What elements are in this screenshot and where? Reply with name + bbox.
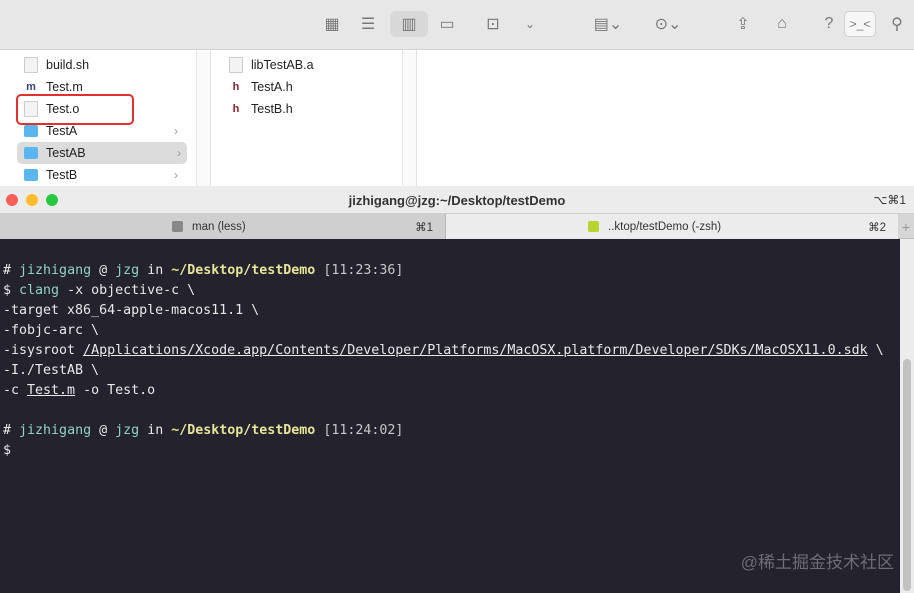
document-icon [229,57,243,73]
window-title: jizhigang@jzg:~/Desktop/testDemo [348,193,566,208]
tab-label: man (less) [192,220,246,233]
command-line: -isysroot /Applications/Xcode.app/Conten… [3,343,884,358]
file-item-libtestab-a[interactable]: libTestAB.a [229,54,314,76]
search-icon: ⚲ [891,16,903,33]
terminal-button[interactable]: >_< [844,11,876,37]
gallery-view-button[interactable]: ▭ [434,11,460,37]
new-tab-button[interactable]: + [898,214,914,239]
group-button[interactable]: ▤⌄ [588,11,628,37]
prompt-line: # jizhigang @ jzg in ~/Desktop/testDemo … [3,423,404,438]
tab-shortcut: ⌘1 [415,221,433,234]
icon-view-button[interactable]: ▦ [320,11,344,37]
terminal-window: jizhigang@jzg:~/Desktop/testDemo ⌥⌘1 man… [0,186,914,593]
file-item-testb-h[interactable]: h TestB.h [229,98,293,120]
folder-icon [24,147,38,159]
tab-shortcut: ⌘2 [868,221,886,234]
chevron-right-icon: › [174,168,178,182]
highlight-box [16,94,134,125]
column-view-button[interactable]: ▥ [390,11,428,37]
tab-label: ..ktop/testDemo (-zsh) [608,220,722,233]
file-name: Test.m [46,80,83,94]
terminal-icon: >_< [849,17,871,31]
window-shortcut: ⌥⌘1 [873,193,906,207]
list-icon: ☰ [360,16,376,33]
columns-icon: ▥ [401,16,417,33]
file-name: TestA.h [251,80,293,94]
terminal-output[interactable]: # jizhigang @ jzg in ~/Desktop/testDemo … [3,261,884,461]
tab-zsh[interactable]: ..ktop/testDemo (-zsh) ⌘2 [446,214,898,239]
finder-toolbar: ▦ ☰ ▥ ▭ ⊡ ⌄ ▤⌄ ⊙⌄ ⇪ ⌂ ? >_< ⚲ [0,0,914,50]
prompt-line: # jizhigang @ jzg in ~/Desktop/testDemo … [3,263,404,278]
scrollbar[interactable] [900,239,914,593]
command-line: -target x86_64-apple-macos11.1 \ [3,303,260,318]
terminal-titlebar: jizhigang@jzg:~/Desktop/testDemo ⌥⌘1 [0,186,914,214]
folder-name: TestB [46,168,78,182]
tag-icon: ⌂ [777,15,787,32]
file-name: TestB.h [251,102,293,116]
folder-icon [24,125,38,137]
list-view-button[interactable]: ☰ [356,11,380,37]
magnifier-icon [172,221,183,232]
shell-icon [588,221,599,232]
command-line: $ clang -x objective-c \ [3,283,196,298]
share-button[interactable]: ⇪ [732,11,754,37]
tag-button[interactable]: ⌂ [770,11,794,37]
file-item-build-sh[interactable]: build.sh [24,54,184,76]
command-line: -c Test.m -o Test.o [3,383,156,398]
scrollbar-thumb[interactable] [903,359,911,591]
help-button[interactable]: ? [820,11,838,37]
header-file-icon: h [232,103,240,115]
watermark: @稀土掘金技术社区 [740,553,894,572]
search-button[interactable]: ⚲ [886,11,908,37]
column-divider [403,50,417,186]
share-icon: ⇪ [736,16,750,33]
chevron-right-icon: › [177,146,181,160]
quick-action-dropdown[interactable]: ⌄ [520,11,540,37]
objc-source-icon: m [26,81,36,93]
command-line: -fobjc-arc \ [3,323,100,338]
header-file-icon: h [232,81,240,93]
folder-icon [24,169,38,181]
document-icon [24,57,38,73]
column-divider [197,50,211,186]
command-line: -I./TestAB \ [3,363,100,378]
help-icon: ? [824,15,834,32]
gallery-icon: ▭ [439,16,455,33]
folder-item-testb[interactable]: TestB › [24,164,184,186]
folder-item-testab[interactable]: TestAB › [17,142,187,164]
folder-name: TestA [46,124,78,138]
chevron-right-icon: › [174,124,178,138]
file-name: libTestAB.a [251,58,314,72]
input-prompt: $ [3,443,12,458]
group-icon: ▤⌄ [593,16,623,33]
tab-bar: man (less) ⌘1 ..ktop/testDemo (-zsh) ⌘2 … [0,214,914,239]
grid-icon: ▦ [324,16,340,33]
terminal-action-icon: ⊡ [486,16,500,33]
folder-name: TestAB [46,146,86,160]
ellipsis-circle-icon: ⊙⌄ [654,16,682,33]
more-actions-button[interactable]: ⊙⌄ [648,11,688,37]
quick-action-button[interactable]: ⊡ [480,11,506,37]
tab-man[interactable]: man (less) ⌘1 [0,214,446,239]
file-name: build.sh [46,58,90,72]
chevron-down-icon: ⌄ [524,17,536,31]
finder-columns: build.sh m Test.m Test.o TestA › TestAB › T… [0,50,914,186]
file-item-testa-h[interactable]: h TestA.h [229,76,293,98]
